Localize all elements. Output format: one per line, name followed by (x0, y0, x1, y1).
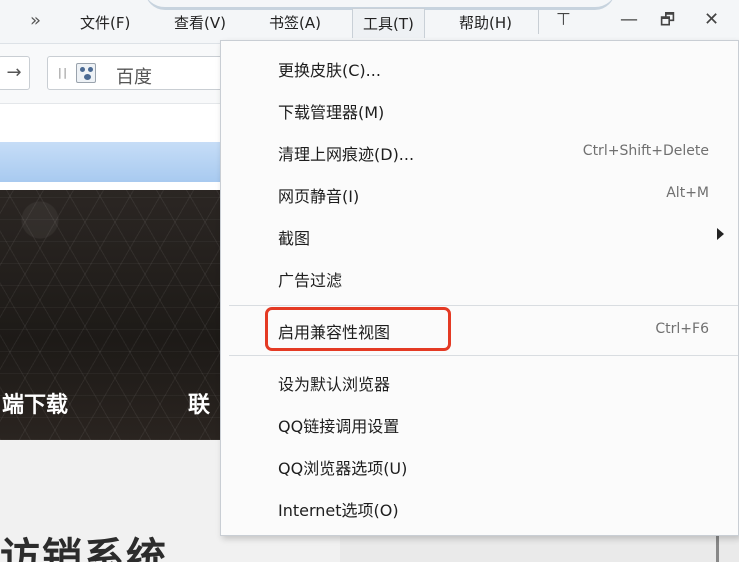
menu-item-internet-options[interactable]: Internet选项(O) (221, 489, 738, 527)
menu-item-shortcut: Ctrl+Shift+Delete (582, 143, 709, 159)
search-box[interactable]: | | 百度 (47, 56, 232, 90)
menu-item-label: 截图 (278, 229, 311, 248)
banner-link-contact[interactable]: 联 (188, 387, 210, 419)
menu-item-screenshot[interactable]: 截图 (221, 217, 738, 255)
menu-separator (229, 305, 738, 306)
menu-bar: » 文件(F) 查看(V) 书签(A) 工具(T) 帮助(H) ⊤ — 🗗 ✕ (0, 0, 739, 44)
menu-item-shortcut: Alt+M (666, 185, 709, 201)
menu-item-label: QQ浏览器选项(U) (278, 459, 408, 478)
menu-bookmarks[interactable]: 书签(A) (269, 12, 321, 34)
baidu-paw-icon[interactable] (76, 63, 96, 83)
menu-item-change-skin[interactable]: 更换皮肤(C)... (221, 49, 738, 87)
banner-link-download[interactable]: 端下载 (2, 387, 68, 419)
forward-button[interactable]: → (0, 56, 30, 90)
submenu-arrow-icon (717, 228, 724, 240)
menu-item-label: Internet选项(O) (278, 501, 399, 520)
menu-tools[interactable]: 工具(T) (352, 8, 425, 38)
page-title: 访销系统 (0, 535, 168, 562)
menu-item-label: 网页静音(I) (278, 187, 360, 206)
menu-item-download-manager[interactable]: 下载管理器(M) (221, 91, 738, 129)
menu-item-clear-history[interactable]: 清理上网痕迹(D)... Ctrl+Shift+Delete (221, 133, 738, 171)
menu-item-label: 设为默认浏览器 (278, 375, 391, 394)
drag-grip-icon: | | (58, 66, 67, 79)
close-icon[interactable]: ✕ (704, 10, 719, 30)
menu-item-label: 清理上网痕迹(D)... (278, 145, 415, 164)
pin-icon[interactable]: ⊤ (556, 10, 571, 30)
menu-item-ad-filter[interactable]: 广告过滤 (221, 259, 738, 297)
page-scroll-edge (716, 535, 719, 562)
menu-separator (229, 355, 738, 356)
menu-overflow-chevron[interactable]: » (30, 10, 41, 31)
menu-item-qq-link-settings[interactable]: QQ链接调用设置 (221, 405, 738, 443)
menu-item-label: QQ链接调用设置 (278, 417, 400, 436)
search-engine-label: 百度 (116, 67, 152, 88)
menu-item-set-default[interactable]: 设为默认浏览器 (221, 363, 738, 401)
menu-item-qq-browser-options[interactable]: QQ浏览器选项(U) (221, 447, 738, 485)
restore-icon[interactable]: 🗗 (660, 10, 675, 30)
menu-item-label: 下载管理器(M) (278, 103, 385, 122)
menu-divider (538, 10, 539, 34)
menu-item-label: 更换皮肤(C)... (278, 61, 381, 80)
arrow-right-icon: → (6, 62, 22, 83)
menu-help[interactable]: 帮助(H) (459, 12, 512, 34)
menu-item-mute-page[interactable]: 网页静音(I) Alt+M (221, 175, 738, 213)
menu-item-shortcut: Ctrl+F6 (655, 321, 709, 337)
highlight-annotation (265, 307, 451, 351)
menu-file[interactable]: 文件(F) (80, 12, 130, 34)
minimize-icon[interactable]: — (620, 10, 638, 30)
menu-item-label: 广告过滤 (278, 271, 343, 290)
menu-view[interactable]: 查看(V) (174, 12, 226, 34)
tools-dropdown-menu: 更换皮肤(C)... 下载管理器(M) 清理上网痕迹(D)... Ctrl+Sh… (220, 40, 739, 536)
